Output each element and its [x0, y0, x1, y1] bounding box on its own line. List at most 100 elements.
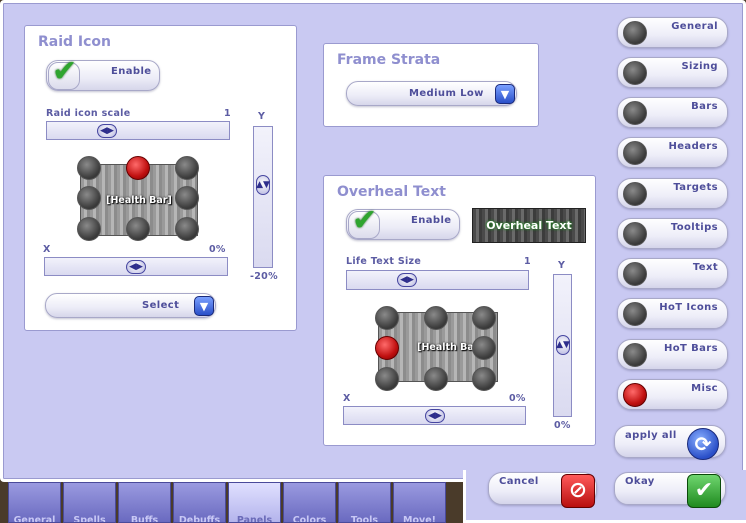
- anchor-top-right[interactable]: [175, 156, 199, 180]
- apply-all-button[interactable]: apply all ⟳: [614, 425, 726, 460]
- tab-tools[interactable]: Tools: [338, 482, 391, 523]
- overheal-y-label: Y: [558, 260, 566, 271]
- tab-label: General: [13, 515, 56, 523]
- overheal-size-label: Life Text Size: [346, 256, 422, 267]
- anchor-top[interactable]: [424, 306, 448, 330]
- anchor-bottom-right[interactable]: [175, 217, 199, 241]
- chevron-down-icon[interactable]: ▼: [495, 84, 515, 104]
- cancel-button[interactable]: Cancel ⊘: [488, 472, 597, 508]
- sidebar-item-label: HoT Icons: [659, 302, 718, 313]
- sidebar-item-tooltips[interactable]: Tooltips: [617, 218, 728, 249]
- sidebar-item-label: General: [671, 21, 718, 32]
- sidebar-item-bars[interactable]: Bars: [617, 97, 728, 128]
- tab-label: Panels: [236, 515, 273, 523]
- apply-all-label: apply all: [625, 430, 677, 441]
- overheal-text-preview-label: Overheal Text: [486, 219, 572, 232]
- raid-icon-enable-toggle[interactable]: ✔ Enable: [46, 57, 160, 91]
- tab-label: Tools: [350, 515, 379, 523]
- anchor-top-selected[interactable]: [126, 156, 150, 180]
- anchor-bottom[interactable]: [126, 217, 150, 241]
- slider-thumb[interactable]: ◀▶: [126, 260, 146, 274]
- slider-thumb[interactable]: ◀▶: [397, 273, 417, 287]
- overheal-x-value: 0%: [509, 393, 526, 404]
- tab-panels[interactable]: Panels: [228, 482, 281, 523]
- raid-icon-select-dropdown[interactable]: Select ▼: [45, 293, 216, 318]
- raid-icon-x-slider[interactable]: ◀▶: [44, 257, 228, 276]
- checkmark-icon: ✔: [352, 203, 378, 238]
- raid-icon-scale-label: Raid icon scale: [46, 108, 131, 119]
- radio-knob-icon: [623, 302, 647, 326]
- frame-strata-dropdown[interactable]: Medium Low ▼: [346, 81, 517, 106]
- anchor-bottom-left[interactable]: [77, 217, 101, 241]
- overheal-x-slider[interactable]: ◀▶: [343, 406, 526, 425]
- checkmark-icon: ✔: [52, 54, 78, 89]
- overheal-enable-label: Enable: [411, 215, 452, 226]
- cancel-label: Cancel: [499, 476, 539, 487]
- tab-spells[interactable]: Spells: [63, 482, 116, 523]
- anchor-top-right[interactable]: [472, 306, 496, 330]
- overheal-size-value: 1: [524, 256, 531, 267]
- raid-icon-y-slider[interactable]: ▲▼: [253, 126, 273, 268]
- sidebar-item-general[interactable]: General: [617, 17, 728, 48]
- sidebar-item-label: Headers: [668, 141, 718, 152]
- sidebar-item-misc[interactable]: Misc: [617, 379, 728, 410]
- cancel-icon: ⊘: [561, 474, 595, 508]
- sidebar-item-label: Bars: [691, 101, 718, 112]
- tab-buffs[interactable]: Buffs: [118, 482, 171, 523]
- tab-general[interactable]: General: [8, 482, 61, 523]
- anchor-top-left[interactable]: [77, 156, 101, 180]
- tab-label: Move!: [403, 515, 436, 523]
- tab-colors[interactable]: Colors: [283, 482, 336, 523]
- sidebar-item-sizing[interactable]: Sizing: [617, 57, 728, 88]
- sidebar-item-label: Tooltips: [670, 222, 718, 233]
- raid-icon-enable-label: Enable: [111, 66, 152, 77]
- raid-icon-panel: Raid Icon ✔ Enable Raid icon scale 1 ◀▶ …: [24, 25, 297, 331]
- radio-knob-icon: [623, 101, 647, 125]
- sidebar-item-hot-bars[interactable]: HoT Bars: [617, 339, 728, 370]
- anchor-top-left[interactable]: [375, 306, 399, 330]
- anchor-bottom-right[interactable]: [472, 367, 496, 391]
- raid-icon-enable-checkbox[interactable]: ✔: [48, 57, 80, 90]
- raid-icon-scale-slider[interactable]: ◀▶: [46, 121, 230, 140]
- tab-move[interactable]: Move!: [393, 482, 446, 523]
- radio-knob-icon: [623, 182, 647, 206]
- tab-label: Spells: [73, 515, 106, 523]
- raid-icon-y-label: Y: [258, 111, 266, 122]
- raid-icon-y-value: -20%: [250, 271, 278, 282]
- overheal-size-slider[interactable]: ◀▶: [346, 270, 529, 290]
- overheal-enable-checkbox[interactable]: ✔: [348, 206, 380, 239]
- overheal-text-panel: Overheal Text ✔ Enable Overheal Text Lif…: [323, 175, 596, 446]
- raid-icon-scale-value: 1: [224, 108, 231, 119]
- overheal-enable-toggle[interactable]: ✔ Enable: [346, 206, 460, 240]
- sidebar-item-label: Misc: [691, 383, 718, 394]
- sidebar-item-targets[interactable]: Targets: [617, 178, 728, 209]
- chevron-down-icon[interactable]: ▼: [194, 296, 214, 316]
- radio-knob-icon: [623, 141, 647, 165]
- anchor-left-selected[interactable]: [375, 336, 399, 360]
- overheal-y-value: 0%: [554, 420, 571, 431]
- okay-button[interactable]: Okay ✔: [614, 472, 726, 508]
- radio-knob-icon: [623, 343, 647, 367]
- tab-debuffs[interactable]: Debuffs: [173, 482, 226, 523]
- anchor-right[interactable]: [175, 186, 199, 210]
- raid-icon-select-label: Select: [142, 300, 180, 311]
- tab-label: Debuffs: [178, 515, 221, 523]
- slider-thumb[interactable]: ◀▶: [97, 124, 117, 138]
- anchor-right[interactable]: [472, 336, 496, 360]
- slider-thumb[interactable]: ◀▶: [425, 409, 445, 423]
- radio-knob-icon: [623, 262, 647, 286]
- anchor-bottom-left[interactable]: [375, 367, 399, 391]
- refresh-icon: ⟳: [687, 428, 719, 460]
- frame-strata-title: Frame Strata: [337, 52, 441, 68]
- sidebar-item-headers[interactable]: Headers: [617, 137, 728, 168]
- overheal-y-slider[interactable]: ▲▼: [553, 274, 572, 417]
- slider-thumb[interactable]: ▲▼: [256, 175, 270, 195]
- slider-thumb[interactable]: ▲▼: [556, 335, 570, 355]
- sidebar-item-text[interactable]: Text: [617, 258, 728, 289]
- radio-knob-icon: [623, 21, 647, 45]
- anchor-left[interactable]: [77, 186, 101, 210]
- sidebar-item-hot-icons[interactable]: HoT Icons: [617, 298, 728, 329]
- overheal-text-title: Overheal Text: [337, 184, 446, 200]
- raid-icon-title: Raid Icon: [38, 34, 112, 50]
- anchor-bottom[interactable]: [424, 367, 448, 391]
